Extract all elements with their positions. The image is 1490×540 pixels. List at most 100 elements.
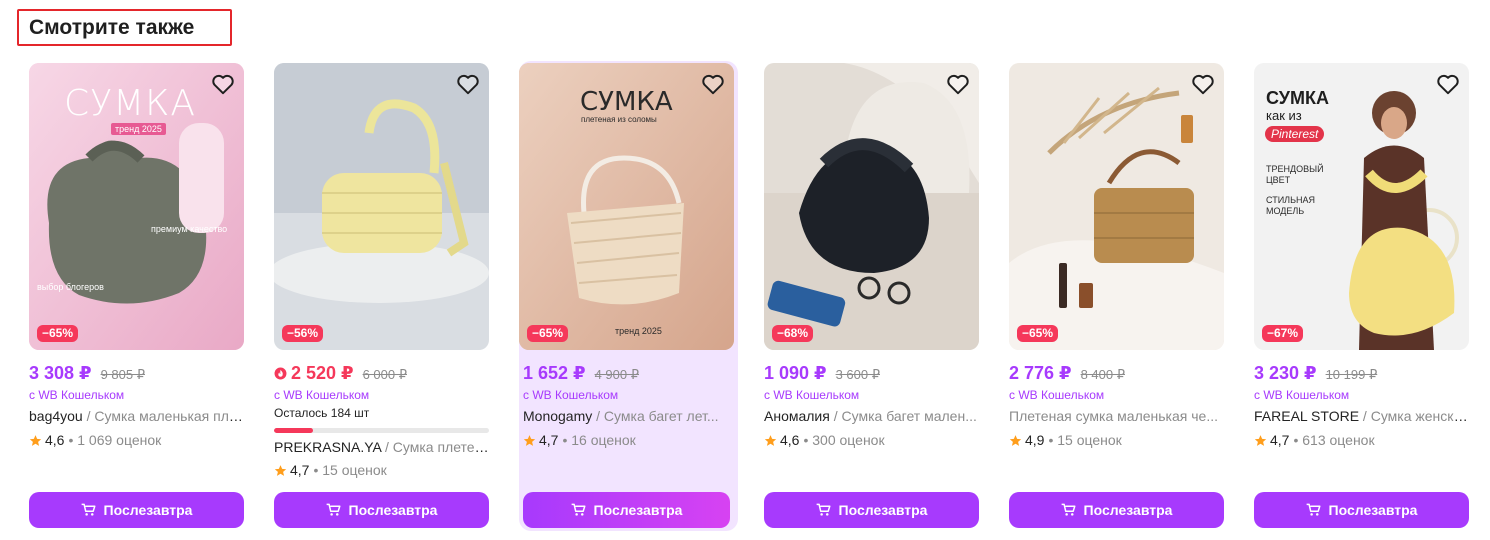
product-name[interactable]: PREKRASNA.YA / Сумка плетен... [274,439,489,455]
rating-value: 4,7 [290,462,310,478]
price: 1 090 ₽ [764,363,827,383]
rating: 4,7 • 16 оценок [523,432,636,448]
add-to-cart-button[interactable]: Послезавтра [523,492,730,528]
button-label: Послезавтра [593,502,683,518]
product-description: / Сумка женска... [1359,408,1469,424]
star-icon [1009,434,1022,446]
rating: 4,6 • 300 оценок [764,432,885,448]
product-image[interactable] [764,63,979,350]
cart-icon [571,503,586,516]
wallet-note: с WB Кошельком [1254,388,1350,402]
product-card[interactable]: СУМКА плетеная из соломы тренд 2025 −65%… [519,61,738,533]
cart-icon [1306,503,1321,516]
review-count: • 1 069 оценок [68,432,162,448]
seller-name: Monogamy [523,408,593,424]
price: 1 652 ₽ [523,363,586,383]
heart-outline-icon[interactable] [210,71,236,97]
discount-badge: −68% [772,325,814,342]
product-name[interactable]: FAREAL STORE / Сумка женска... [1254,408,1469,424]
price: 2 776 ₽ [1009,363,1072,383]
cart-icon [816,503,831,516]
product-image[interactable] [1254,63,1469,350]
add-to-cart-button[interactable]: Послезавтра [274,492,489,528]
seller-name: Аномалия [764,408,830,424]
rating-value: 4,9 [1025,432,1045,448]
seller-name: bag4you [29,408,83,424]
rating-value: 4,7 [539,432,559,448]
product-description: / Сумка багет лет... [592,408,719,424]
rating: 4,9 • 15 оценок [1009,432,1122,448]
rating: 4,7 • 15 оценок [274,462,387,478]
price-row: 1 090 ₽ 3 600 ₽ [764,363,880,387]
star-icon [764,434,777,446]
seller-name: FAREAL STORE [1254,408,1360,424]
cart-icon [81,503,96,516]
cart-icon [326,503,341,516]
button-label: Послезавтра [838,502,928,518]
price-row: 2 520 ₽ 6 000 ₽ [274,363,407,387]
wallet-note: с WB Кошельком [523,388,619,402]
review-count: • 16 оценок [562,432,636,448]
cart-icon [1061,503,1076,516]
old-price: 6 000 ₽ [362,367,407,382]
price: 2 520 ₽ [291,363,354,383]
discount-badge: −67% [1262,325,1304,342]
old-price: 9 805 ₽ [100,367,145,382]
heart-outline-icon[interactable] [1190,71,1216,97]
add-to-cart-button[interactable]: Послезавтра [1254,492,1469,528]
heart-outline-icon[interactable] [945,71,971,97]
add-to-cart-button[interactable]: Послезавтра [764,492,979,528]
product-name[interactable]: Плетеная сумка маленькая че... [1009,408,1224,424]
review-count: • 300 оценок [803,432,885,448]
heart-outline-icon[interactable] [1435,71,1461,97]
wallet-note: с WB Кошельком [764,388,860,402]
product-description: / Сумка маленькая пле... [82,408,244,424]
discount-badge: −65% [1017,325,1059,342]
old-price: 3 600 ₽ [835,367,880,382]
product-card[interactable]: −65% 2 776 ₽ 8 400 ₽ с WB Кошельком Плет… [1009,63,1224,533]
product-image[interactable] [29,63,244,350]
price-row: 2 776 ₽ 8 400 ₽ [1009,363,1125,387]
discount-badge: −56% [282,325,324,342]
stock-progress [274,428,489,433]
product-card[interactable]: −56% 2 520 ₽ 6 000 ₽ с WB Кошельком Оста… [274,63,489,533]
old-price: 8 400 ₽ [1080,367,1125,382]
review-count: • 15 оценок [1048,432,1122,448]
seller-name: PREKRASNA.YA [274,439,382,455]
review-count: • 613 оценок [1293,432,1375,448]
rating-value: 4,6 [780,432,800,448]
heart-outline-icon[interactable] [455,71,481,97]
price-row: 3 308 ₽ 9 805 ₽ [29,363,145,387]
product-name[interactable]: Monogamy / Сумка багет лет... [523,408,728,424]
rating-value: 4,6 [45,432,65,448]
product-card[interactable]: СУМКА тренд 2025 премиум качество выбор … [29,63,244,533]
stock-remaining: Осталось 184 шт [274,406,370,420]
review-count: • 15 оценок [313,462,387,478]
fire-icon [274,367,287,380]
star-icon [523,434,536,446]
add-to-cart-button[interactable]: Послезавтра [29,492,244,528]
product-name[interactable]: bag4you / Сумка маленькая пле... [29,408,244,424]
product-image[interactable] [519,63,734,350]
price-row: 1 652 ₽ 4 900 ₽ [523,363,639,387]
product-name[interactable]: Аномалия / Сумка багет мален... [764,408,979,424]
button-label: Послезавтра [348,502,438,518]
star-icon [1254,434,1267,446]
product-description: / Сумка багет мален... [829,408,977,424]
product-card[interactable]: −68% 1 090 ₽ 3 600 ₽ с WB Кошельком Аном… [764,63,979,533]
wallet-note: с WB Кошельком [1009,388,1105,402]
product-card[interactable]: СУМКА как из Pinterest ТРЕНДОВЫЙ ЦВЕТ СТ… [1254,63,1469,533]
discount-badge: −65% [527,325,569,342]
product-image[interactable] [1009,63,1224,350]
rating: 4,7 • 613 оценок [1254,432,1375,448]
heart-outline-icon[interactable] [700,71,726,97]
rating-value: 4,7 [1270,432,1290,448]
product-grid: СУМКА тренд 2025 премиум качество выбор … [0,0,1490,540]
button-label: Послезавтра [1083,502,1173,518]
product-image[interactable] [274,63,489,350]
rating: 4,6 • 1 069 оценок [29,432,161,448]
price: 3 308 ₽ [29,363,92,383]
add-to-cart-button[interactable]: Послезавтра [1009,492,1224,528]
product-description: / Сумка плетен... [381,439,489,455]
old-price: 4 900 ₽ [594,367,639,382]
